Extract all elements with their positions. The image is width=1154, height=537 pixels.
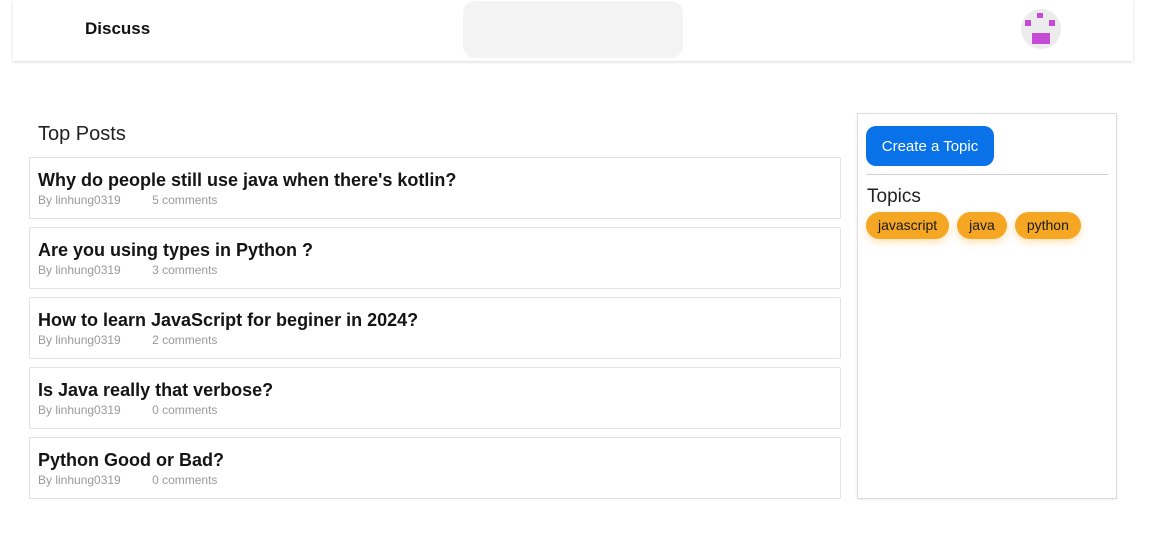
post-meta: By linhung0319 0 comments	[38, 472, 832, 488]
post-meta: By linhung0319 2 comments	[38, 332, 832, 348]
post-card[interactable]: Why do people still use java when there'…	[29, 157, 841, 219]
post-list: Why do people still use java when there'…	[29, 157, 841, 507]
top-navbar: Discuss	[13, 0, 1133, 61]
post-card[interactable]: Are you using types in Python ? By linhu…	[29, 227, 841, 289]
post-author: By linhung0319	[38, 403, 121, 417]
post-card[interactable]: Python Good or Bad? By linhung0319 0 com…	[29, 437, 841, 499]
create-topic-button[interactable]: Create a Topic	[866, 126, 994, 166]
brand-logo-link[interactable]: Discuss	[85, 19, 150, 39]
search-input[interactable]	[463, 1, 683, 58]
post-title[interactable]: How to learn JavaScript for beginer in 2…	[38, 309, 832, 331]
post-card[interactable]: Is Java really that verbose? By linhung0…	[29, 367, 841, 429]
sidebar-divider	[866, 174, 1108, 175]
post-comment-count: 0 comments	[152, 473, 218, 487]
post-title[interactable]: Is Java really that verbose?	[38, 379, 832, 401]
post-title[interactable]: Python Good or Bad?	[38, 449, 832, 471]
post-comment-count: 5 comments	[152, 193, 218, 207]
user-avatar[interactable]	[1021, 9, 1061, 49]
topics-sidebar: Create a Topic Topics javascript java py…	[857, 113, 1117, 499]
post-comment-count: 3 comments	[152, 263, 218, 277]
top-posts-heading: Top Posts	[38, 123, 126, 145]
topic-tag-python[interactable]: python	[1014, 212, 1081, 239]
topic-tag-javascript[interactable]: javascript	[866, 212, 950, 239]
post-card[interactable]: How to learn JavaScript for beginer in 2…	[29, 297, 841, 359]
post-title[interactable]: Are you using types in Python ?	[38, 239, 832, 261]
post-title[interactable]: Why do people still use java when there'…	[38, 169, 832, 191]
topic-tag-java[interactable]: java	[957, 212, 1007, 239]
post-meta: By linhung0319 3 comments	[38, 262, 832, 278]
post-author: By linhung0319	[38, 263, 121, 277]
post-comment-count: 2 comments	[152, 333, 218, 347]
post-author: By linhung0319	[38, 333, 121, 347]
post-comment-count: 0 comments	[152, 403, 218, 417]
post-meta: By linhung0319 0 comments	[38, 402, 832, 418]
topics-heading: Topics	[867, 186, 921, 207]
post-meta: By linhung0319 5 comments	[38, 192, 832, 208]
post-author: By linhung0319	[38, 193, 121, 207]
post-author: By linhung0319	[38, 473, 121, 487]
topic-tag-list: javascript java python	[866, 212, 1081, 239]
